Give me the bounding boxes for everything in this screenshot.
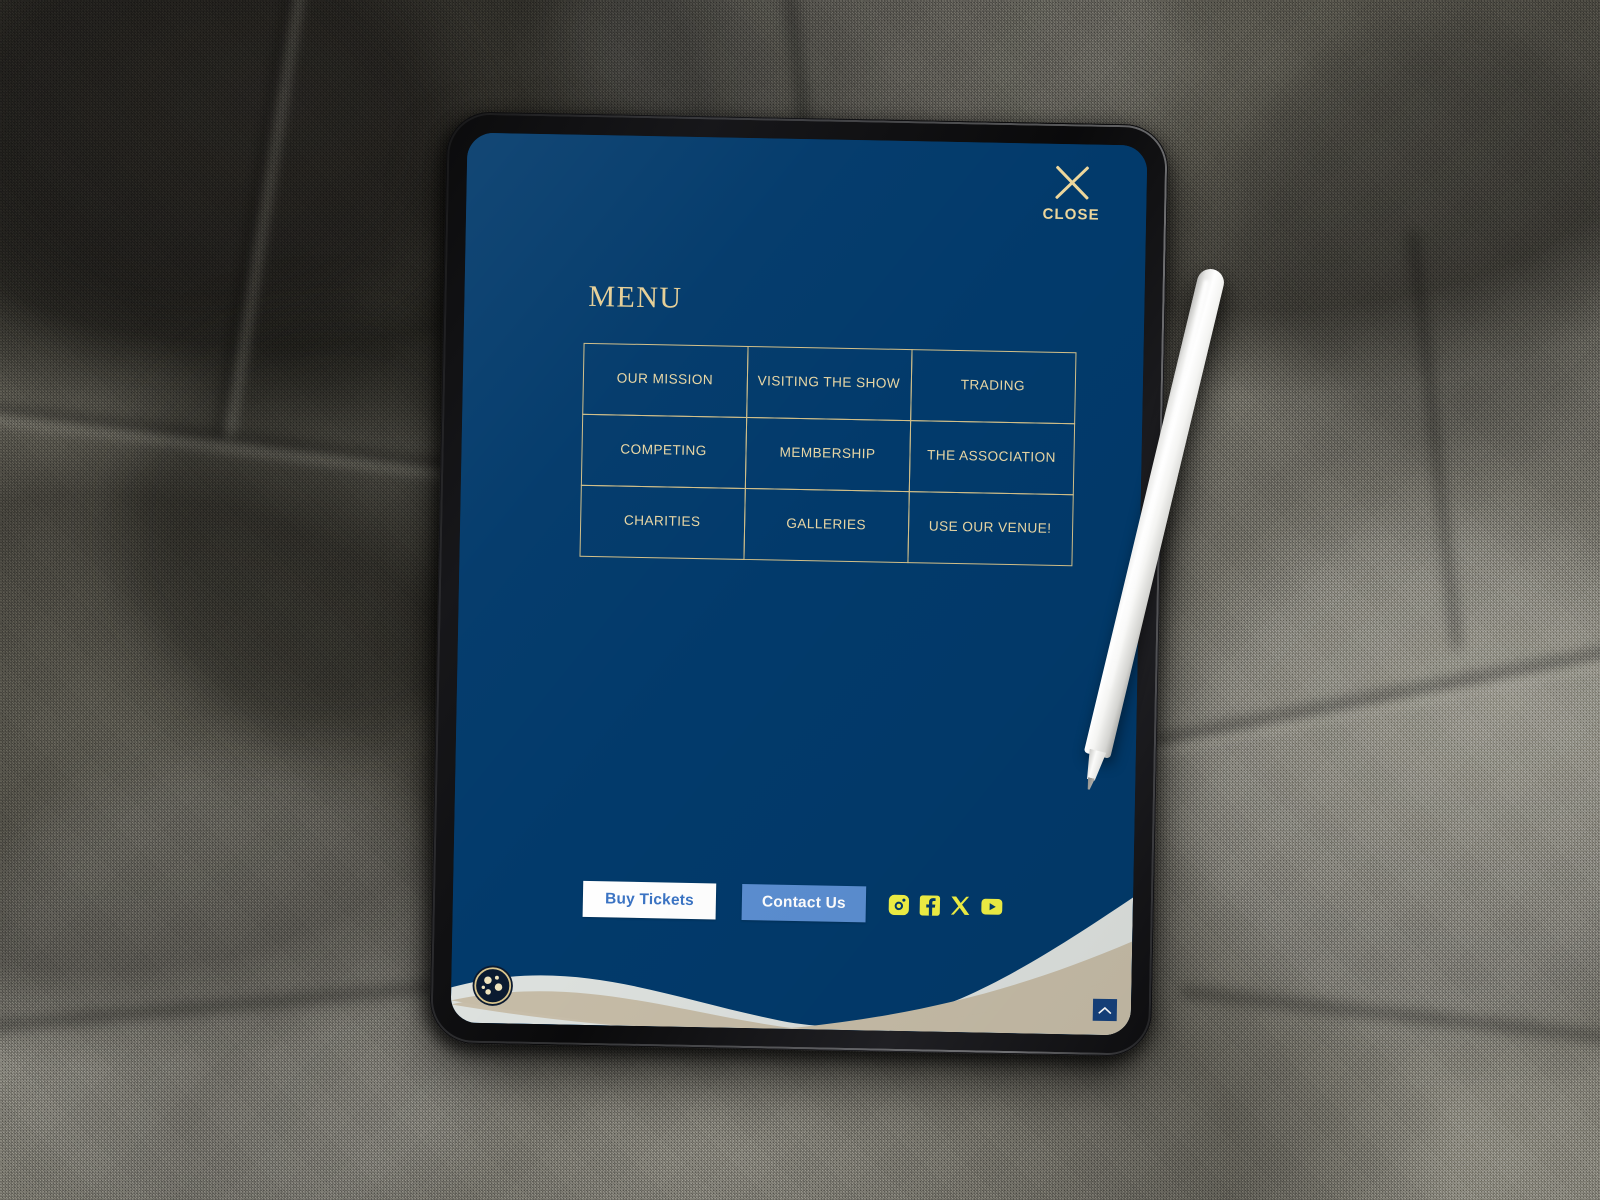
menu-item-our-mission[interactable]: OUR MISSION <box>581 342 749 418</box>
facebook-icon[interactable] <box>919 894 941 916</box>
menu-item-competing[interactable]: COMPETING <box>580 413 747 489</box>
pencil-tip <box>1085 777 1095 790</box>
menu-item-visiting-the-show[interactable]: VISITING THE SHOW <box>745 345 913 421</box>
menu-item-membership[interactable]: MEMBERSHIP <box>744 416 911 492</box>
menu-grid: OUR MISSION VISITING THE SHOW TRADING CO… <box>578 342 1077 566</box>
social-links <box>888 894 1003 918</box>
contact-us-button[interactable]: Contact Us <box>741 883 867 923</box>
close-x-icon <box>1050 161 1093 204</box>
close-button-label: CLOSE <box>1042 205 1100 224</box>
scroll-to-top-button[interactable] <box>1092 998 1118 1022</box>
website-page: CLOSE MENU OUR MISSION VISITING THE SHOW… <box>450 132 1148 1036</box>
menu-item-the-association[interactable]: THE ASSOCIATION <box>908 419 1075 495</box>
chevron-up-icon <box>1098 1006 1112 1015</box>
footer-wave-decoration <box>450 832 1135 1036</box>
tablet-device: CLOSE MENU OUR MISSION VISITING THE SHOW… <box>429 111 1169 1057</box>
site-logo-icon[interactable] <box>471 964 515 1008</box>
buy-tickets-button[interactable]: Buy Tickets <box>582 880 717 920</box>
menu-item-use-our-venue[interactable]: USE OUR VENUE! <box>906 490 1074 566</box>
close-button[interactable]: CLOSE <box>1036 160 1107 224</box>
menu-heading: MENU <box>588 279 683 315</box>
x-twitter-icon[interactable] <box>950 895 972 917</box>
pencil-cone <box>1083 749 1107 782</box>
menu-item-trading[interactable]: TRADING <box>909 348 1077 424</box>
menu-item-charities[interactable]: CHARITIES <box>578 484 746 560</box>
youtube-icon[interactable] <box>981 896 1003 918</box>
instagram-icon[interactable] <box>888 894 910 916</box>
menu-item-galleries[interactable]: GALLERIES <box>742 487 910 563</box>
tablet-screen: CLOSE MENU OUR MISSION VISITING THE SHOW… <box>450 132 1148 1036</box>
